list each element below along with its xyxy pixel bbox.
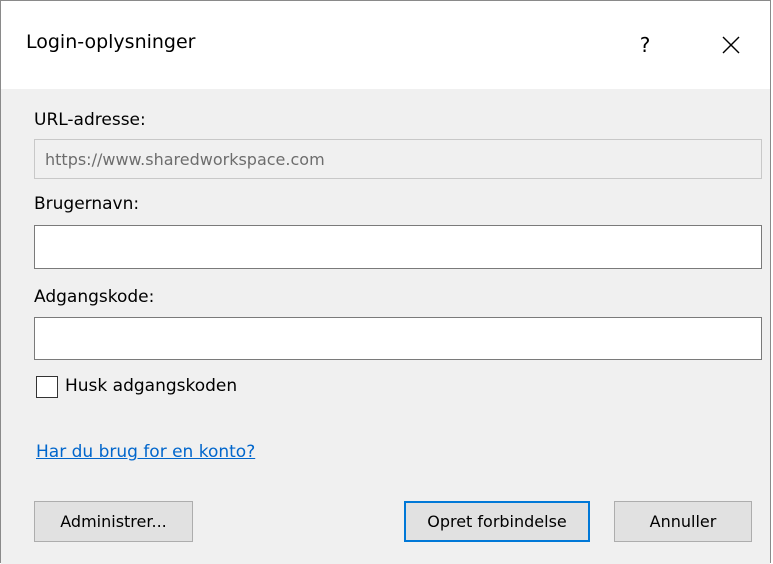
manage-button[interactable]: Administrer... (34, 501, 193, 542)
help-icon: ? (639, 33, 651, 57)
close-button[interactable] (695, 19, 767, 71)
password-field[interactable] (34, 317, 762, 360)
close-icon (722, 36, 740, 54)
remember-password-label[interactable]: Husk adgangskoden (65, 376, 237, 396)
login-dialog: Login-oplysninger ? URL-adresse: Brugern… (0, 0, 771, 564)
need-account-link[interactable]: Har du brug for en konto? (36, 442, 255, 462)
connect-button[interactable]: Opret forbindelse (404, 501, 590, 542)
username-label: Brugernavn: (34, 194, 140, 214)
password-label: Adgangskode: (34, 287, 155, 307)
username-field[interactable] (34, 225, 762, 269)
dialog-content: URL-adresse: Brugernavn: Adgangskode: Hu… (1, 89, 770, 564)
remember-password-checkbox[interactable] (36, 376, 58, 398)
title-bar: Login-oplysninger ? (1, 1, 770, 89)
url-label: URL-adresse: (34, 110, 146, 130)
dialog-title: Login-oplysninger (26, 31, 196, 53)
help-button[interactable]: ? (619, 19, 671, 71)
cancel-button[interactable]: Annuller (614, 501, 752, 542)
url-field[interactable] (34, 139, 762, 179)
